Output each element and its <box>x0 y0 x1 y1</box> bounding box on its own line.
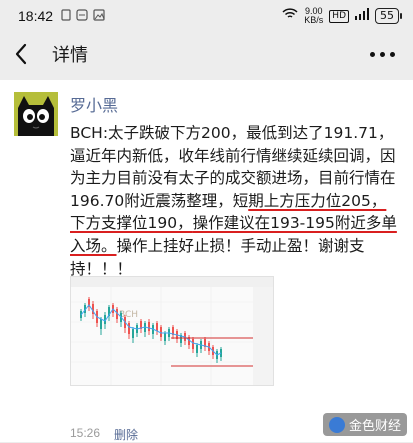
author-name[interactable]: 罗小黑 <box>70 92 118 116</box>
notification-icon <box>76 8 88 24</box>
wifi-icon <box>282 8 298 24</box>
post-footer: 15:26 删除 <box>70 426 138 443</box>
network-speed: 9.00 KB/s <box>304 6 324 25</box>
sim-icon <box>61 8 71 24</box>
source-watermark: 金色财经 <box>322 413 407 436</box>
status-bar: 18:42 9.00 KB/s HD 55 <box>0 0 413 32</box>
battery-indicator: 55 <box>375 8 402 24</box>
watermark-text: 金色财经 <box>348 419 401 434</box>
chart-image-thumbnail[interactable]: BCH <box>70 276 274 386</box>
more-dot-icon <box>370 51 375 57</box>
image-icon <box>93 8 105 24</box>
black-cat-avatar-icon <box>14 92 58 136</box>
page-title: 详情 <box>52 45 88 65</box>
back-button[interactable] <box>14 39 38 69</box>
nav-bar: 详情 <box>0 32 413 76</box>
status-time: 18:42 <box>18 8 54 24</box>
chevron-left-icon <box>15 43 27 65</box>
post-content: BCH:太子跌破下方200，最低到达了191.71，逼近年内新低，收年线前行情继… <box>70 122 400 280</box>
more-options-button[interactable] <box>366 44 399 65</box>
network-type-badge: HD <box>329 9 349 23</box>
more-dot-icon <box>380 51 385 57</box>
more-dot-icon <box>390 51 395 57</box>
signal-icon <box>355 8 369 24</box>
avatar[interactable] <box>14 92 58 136</box>
delete-link[interactable]: 删除 <box>114 426 138 443</box>
moment-post: 罗小黑 BCH:太子跌破下方200，最低到达了191.71，逼近年内新低，收年线… <box>0 80 413 442</box>
jinse-logo-icon <box>328 416 345 433</box>
post-time: 15:26 <box>70 426 101 440</box>
